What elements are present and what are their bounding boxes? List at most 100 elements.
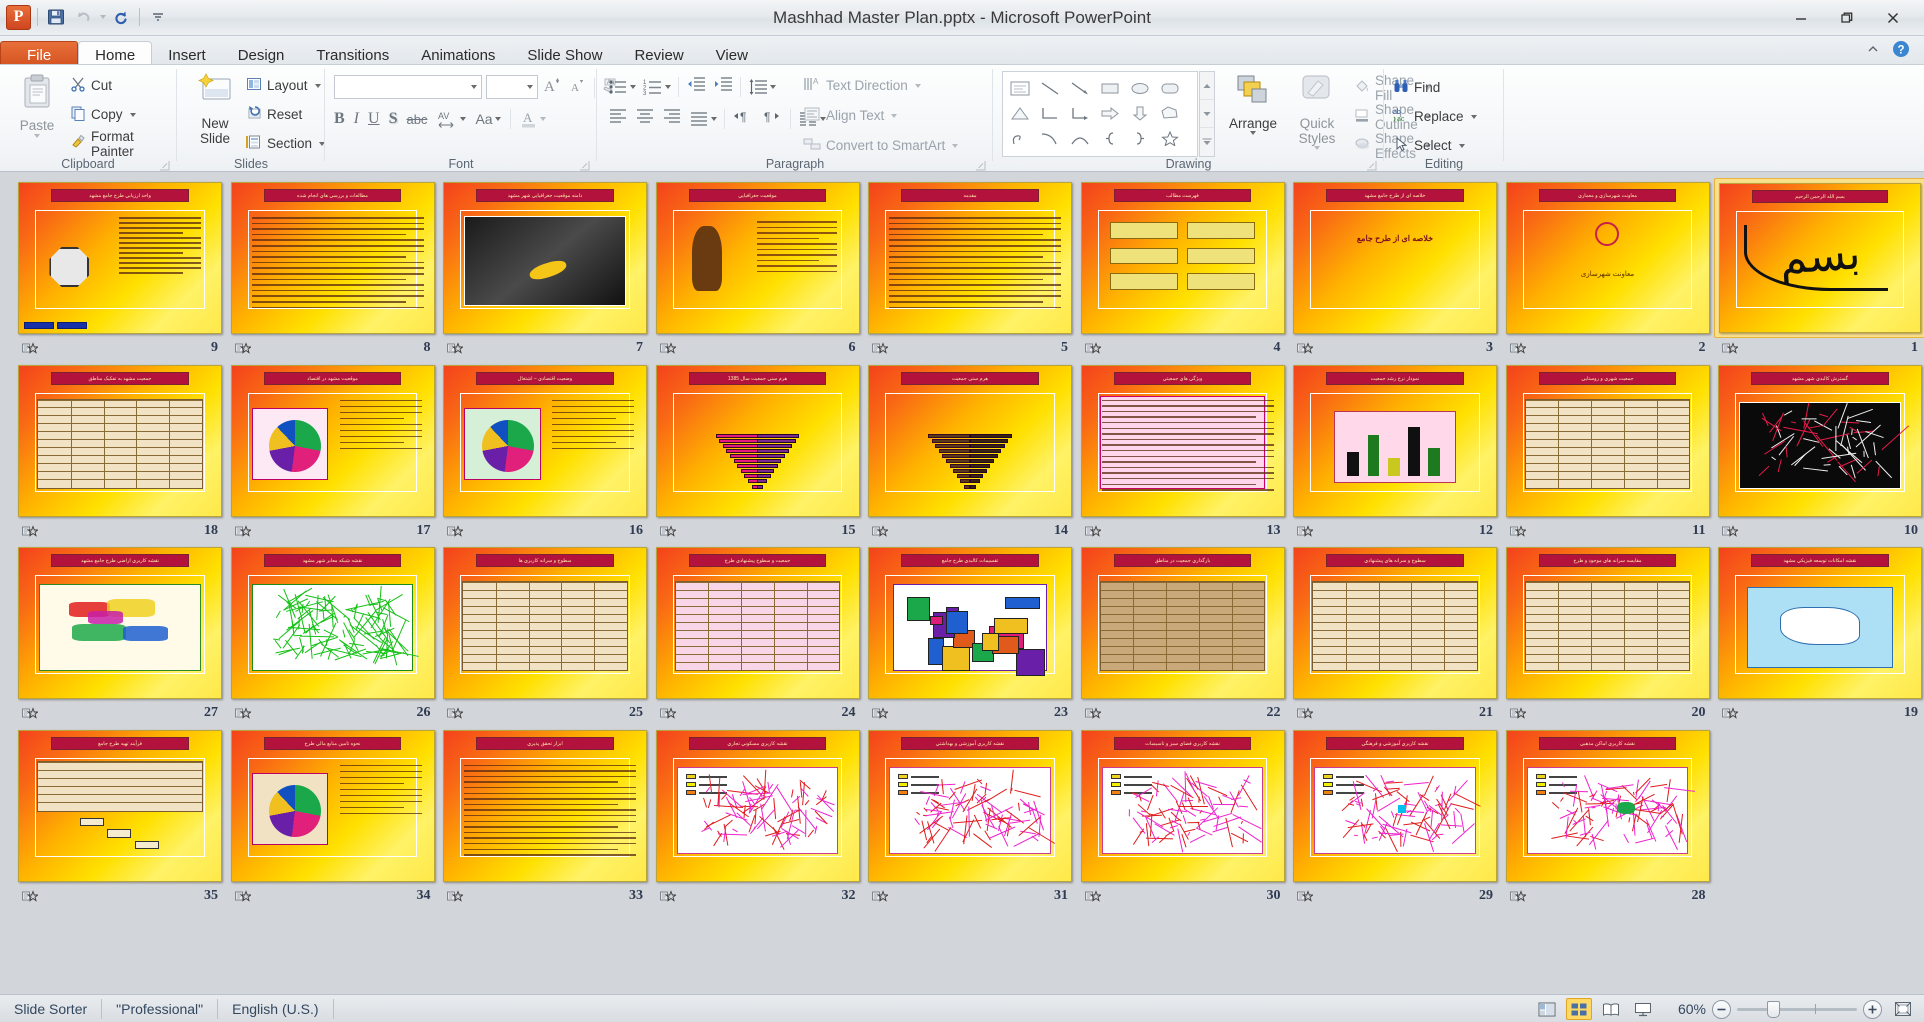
minimize-button[interactable] [1778,4,1824,32]
slide-cell[interactable]: نحوه تامين منابع مالي طرح 34 [227,726,439,908]
status-theme[interactable]: "Professional" [102,999,218,1019]
slide-thumbnail[interactable]: نقشه کاربري مسکوني تجاري [652,726,864,886]
slide-thumbnail[interactable]: هرم سني جمعيت سال 1385 [652,361,864,521]
replace-dropdown-icon[interactable] [1471,115,1477,119]
zoom-slider[interactable] [1737,1000,1857,1018]
shape-freeform-icon[interactable] [1155,101,1185,126]
text-direction-dropdown-icon[interactable] [915,84,921,88]
slide-transition-star-icon[interactable] [22,890,38,909]
slide-transition-star-icon[interactable] [447,525,463,544]
slide-cell[interactable]: دامنه موقعيت جغرافيايي شهر مشهد 7 [439,178,651,360]
underline-button[interactable]: U [368,110,380,128]
slide-cell[interactable]: مطالعات و بررسي هاي انجام شده 8 [227,178,439,360]
bullets-button[interactable] [608,78,636,96]
quick-styles-dropdown-icon[interactable] [1314,146,1320,150]
line-spacing-button[interactable] [748,78,776,96]
slide-thumbnail[interactable]: نقشه شبکه معابر شهر مشهد [227,543,439,703]
slide-cell[interactable]: وضعيت اقتصادي – اشتغال 16 [439,361,651,543]
slide-cell[interactable]: گسترش کالبدي شهر مشهد 10 [1714,361,1924,543]
slide-transition-star-icon[interactable] [1722,707,1738,726]
section-button[interactable]: Section [246,131,325,156]
slide-thumbnail[interactable]: تقسيمات کالبدي طرح جامع [864,543,1076,703]
decrease-indent-button[interactable] [686,75,706,98]
shapes-gallery[interactable] [1002,71,1198,157]
slide-transition-star-icon[interactable] [660,525,676,544]
slide-cell[interactable]: نقشه کاربري آموزشي و فرهنگي 29 [1289,726,1501,908]
font-color-dropdown-icon[interactable] [540,117,546,121]
shape-arc-icon[interactable] [1065,126,1095,151]
shapes-scroll-up-button[interactable] [1200,72,1214,100]
justify-button[interactable] [689,110,717,128]
zoom-in-button[interactable] [1863,1000,1882,1019]
slide-transition-star-icon[interactable] [660,890,676,909]
shapes-scroll-down-button[interactable] [1200,100,1214,128]
slide-thumbnail[interactable]: نقشه کاربري آموزشي و بهداشتي [864,726,1076,886]
numbering-button[interactable]: 123 [643,78,671,96]
line-spacing-dropdown-icon[interactable] [770,85,776,89]
slide-cell[interactable]: جمعيت شهري و روستايي 11 [1502,361,1714,543]
slide-cell[interactable]: تقسيمات کالبدي طرح جامع 23 [864,543,1076,725]
slide-thumbnail[interactable]: گسترش کالبدي شهر مشهد [1714,361,1924,521]
slide-transition-star-icon[interactable] [447,707,463,726]
replace-button[interactable]: ab ac Replace [1393,104,1477,129]
slide-cell[interactable]: مقدمه 5 [864,178,1076,360]
font-size-dropdown-icon[interactable] [527,85,533,89]
slide-thumbnail[interactable]: فرآيند تهيه طرح جامع [14,726,226,886]
font-size-input[interactable] [486,75,538,99]
slide-transition-star-icon[interactable] [1297,525,1313,544]
slide-transition-star-icon[interactable] [872,525,888,544]
shape-rectangle-icon[interactable] [1095,76,1125,101]
paragraph-dialog-launcher[interactable] [975,158,986,169]
slide-cell[interactable]: موقعيت مشهد در اقتصاد 17 [227,361,439,543]
ltr-text-direction-button[interactable]: ¶ [732,107,754,130]
slide-cell[interactable]: نقشه کاربري مسکوني تجاري 32 [652,726,864,908]
slide-transition-star-icon[interactable] [22,525,38,544]
slide-cell[interactable]: بارگذاري جمعيت در مناطق 22 [1077,543,1289,725]
slide-transition-star-icon[interactable] [1510,707,1526,726]
slide-cell[interactable]: هرم سني جمعيت سال 1385 15 [652,361,864,543]
slide-thumbnail[interactable]: جمعيت مشهد به تفکيک مناطق [14,361,226,521]
align-text-button[interactable]: Align Text [803,103,958,128]
slide-thumbnail-selected[interactable]: بسم بسم الله الرحمن الرحيم [1714,178,1924,338]
shape-oval-icon[interactable] [1125,76,1155,101]
view-reading-button[interactable] [1598,998,1624,1020]
slide-transition-star-icon[interactable] [1510,342,1526,361]
shape-triangle-icon[interactable] [1005,101,1035,126]
view-slide-sorter-button[interactable] [1566,998,1592,1020]
slide-cell[interactable]: فهرست مطالب 4 [1077,178,1289,360]
slide-thumbnail[interactable]: مقايسه سرانه هاي موجود و طرح [1502,543,1714,703]
shape-right-brace-icon[interactable] [1125,126,1155,151]
change-case-button[interactable]: Aa [475,111,500,127]
slide-cell[interactable]: نقشه کاربري فضاي سبز و تاسيسات 30 [1077,726,1289,908]
slide-transition-star-icon[interactable] [872,890,888,909]
fit-to-window-button[interactable] [1890,998,1916,1020]
slide-cell[interactable]: نقشه کاربري اراضي طرح جامع مشهد 27 [14,543,226,725]
slide-transition-star-icon[interactable] [660,707,676,726]
slide-thumbnail[interactable]: سطوح و سرانه هاي پيشنهادي [1289,543,1501,703]
view-normal-button[interactable] [1534,998,1560,1020]
slide-thumbnail[interactable]: دامنه موقعيت جغرافيايي شهر مشهد [439,178,651,338]
convert-to-smartart-button[interactable]: Convert to SmartArt [803,133,958,158]
slide-transition-star-icon[interactable] [872,342,888,361]
slide-transition-star-icon[interactable] [22,707,38,726]
cut-button[interactable]: Cut [70,73,176,98]
slide-cell[interactable]: موقعيت جغرافيايي 6 [652,178,864,360]
shape-elbow-arrow-icon[interactable] [1065,101,1095,126]
slide-cell[interactable]: بسم بسم الله الرحمن الرحيم 1 [1714,178,1924,360]
slide-cell[interactable]: جمعيت مشهد به تفکيک مناطق 18 [14,361,226,543]
slide-transition-star-icon[interactable] [1085,890,1101,909]
slide-transition-star-icon[interactable] [235,525,251,544]
slide-transition-star-icon[interactable] [872,707,888,726]
italic-button[interactable]: I [354,110,359,128]
font-dialog-launcher[interactable] [579,158,590,169]
minimize-ribbon-button[interactable] [1866,42,1880,61]
bullets-dropdown-icon[interactable] [630,85,636,89]
shape-rounded-rectangle-icon[interactable] [1155,76,1185,101]
slide-transition-star-icon[interactable] [1085,707,1101,726]
slide-thumbnail[interactable]: نقشه امکانات توسعه فيزيکي مشهد [1714,543,1924,703]
arrange-dropdown-icon[interactable] [1250,131,1256,135]
shapes-more-button[interactable] [1200,128,1214,156]
character-spacing-button[interactable]: AV [436,109,466,129]
slide-thumbnail[interactable]: ابزار تحقق پذيري [439,726,651,886]
slide-thumbnail[interactable]: نقشه کاربري اماکن مذهبي [1502,726,1714,886]
